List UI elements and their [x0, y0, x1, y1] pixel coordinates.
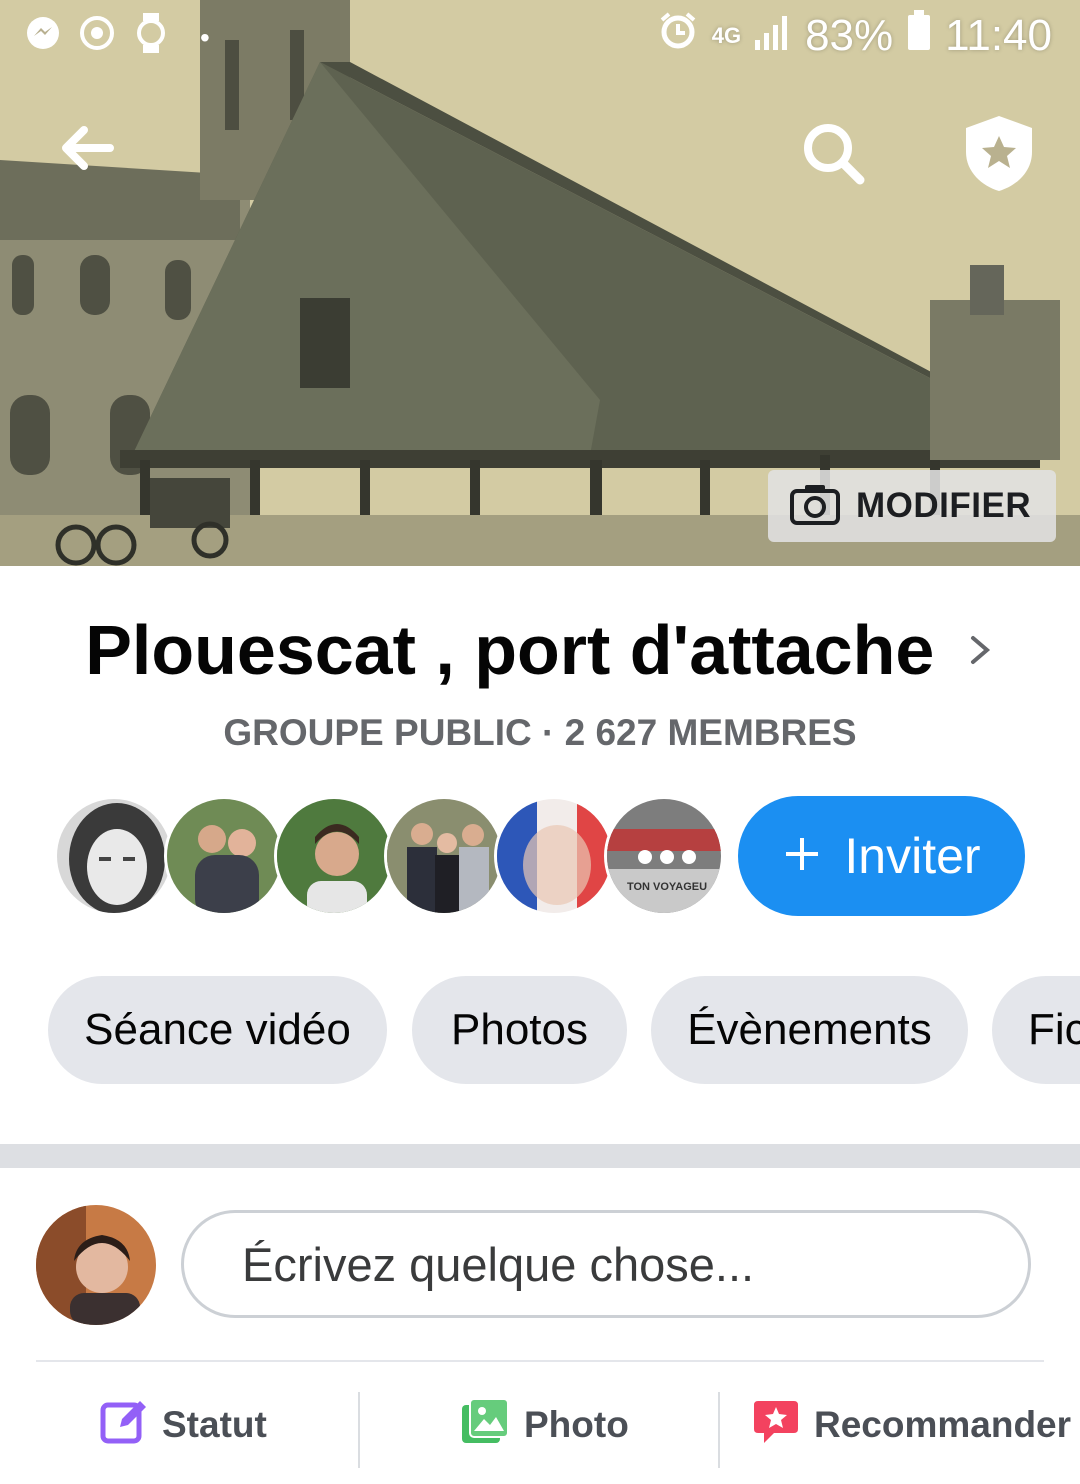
section-divider	[0, 1144, 1080, 1168]
battery-percent: 83%	[805, 10, 894, 60]
photo-icon	[460, 1397, 510, 1454]
edit-cover-label: MODIFIER	[856, 486, 1032, 525]
member-avatar[interactable]	[54, 796, 174, 916]
photo-button[interactable]: Photo	[460, 1380, 629, 1470]
more-members[interactable]: TON VOYAGEU	[604, 796, 724, 916]
arrow-left-icon[interactable]	[56, 118, 116, 178]
sync-icon	[78, 14, 116, 52]
admin-shield-icon[interactable]	[962, 114, 1036, 192]
tab-events[interactable]: Évènements	[651, 976, 968, 1084]
group-tabs: Séance vidéo Photos Évènements Fic	[0, 976, 1080, 1084]
recommend-icon	[752, 1397, 800, 1454]
member-avatar[interactable]	[384, 796, 504, 916]
alarm-icon	[658, 10, 698, 61]
status-bar: • 4G 83% 11:40	[0, 0, 1080, 76]
tab-label: Évènements	[687, 1005, 932, 1054]
group-meta: GROUPE PUBLIC · 2 627 MEMBRES	[223, 712, 857, 753]
status-button[interactable]: Statut	[100, 1380, 267, 1470]
notification-dot: •	[200, 22, 210, 53]
tab-photos[interactable]: Photos	[412, 976, 627, 1084]
composer-divider	[36, 1360, 1044, 1362]
network-type: 4G	[711, 22, 742, 48]
clock: 11:40	[945, 10, 1052, 60]
more-dots-icon	[638, 850, 652, 864]
cover-photo[interactable]: • 4G 83% 11:40 MODIFIER	[0, 0, 1080, 566]
messenger-icon	[24, 14, 62, 52]
invite-label: Inviter	[844, 828, 981, 884]
tab-label: Séance vidéo	[84, 1005, 351, 1054]
group-title-row[interactable]: Plouescat , port d'attache	[0, 610, 1080, 702]
recommend-label: Recommander	[814, 1404, 1072, 1445]
member-avatar[interactable]	[494, 796, 614, 916]
tab-files[interactable]: Fic	[992, 976, 1080, 1084]
battery-icon	[907, 10, 931, 61]
tab-label: Photos	[451, 1005, 588, 1054]
post-composer-input[interactable]: Écrivez quelque chose...	[181, 1210, 1031, 1318]
member-avatar[interactable]	[274, 796, 394, 916]
group-title: Plouescat , port d'attache	[85, 611, 935, 689]
member-avatar[interactable]	[164, 796, 284, 916]
invite-button[interactable]: Inviter	[738, 796, 1025, 916]
tab-video-session[interactable]: Séance vidéo	[48, 976, 387, 1084]
composer-actions: Statut Photo Recommander	[0, 1380, 1080, 1484]
tab-label: Fic	[1028, 1005, 1080, 1054]
plus-icon	[782, 834, 822, 879]
signal-icon	[755, 11, 791, 61]
search-icon[interactable]	[800, 120, 868, 188]
camera-icon	[790, 483, 840, 530]
edit-cover-button[interactable]: MODIFIER	[768, 470, 1056, 542]
status-label: Statut	[162, 1404, 267, 1445]
photo-label: Photo	[524, 1404, 629, 1445]
edit-status-icon	[100, 1397, 148, 1454]
current-user-avatar[interactable]	[36, 1205, 156, 1325]
action-separator	[718, 1392, 720, 1468]
action-separator	[358, 1392, 360, 1468]
more-members-caption: TON VOYAGEU	[626, 881, 708, 893]
recommend-button[interactable]: Recommander	[752, 1380, 1071, 1470]
watch-icon	[132, 13, 170, 53]
chevron-right-icon	[965, 630, 995, 670]
composer-placeholder: Écrivez quelque chose...	[242, 1237, 755, 1291]
